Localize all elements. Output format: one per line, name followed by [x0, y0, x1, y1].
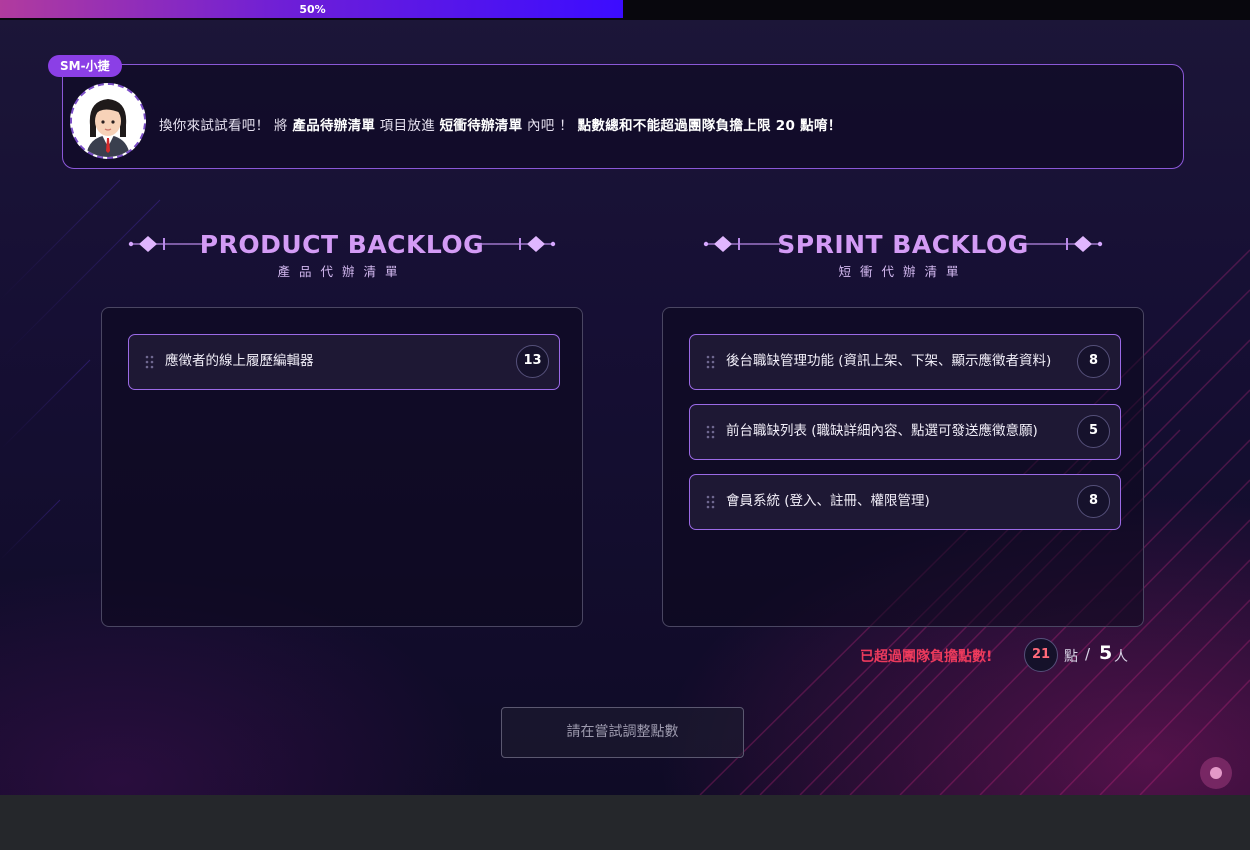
sprint-backlog-dropzone[interactable]: 後台職缺管理功能 (資訊上架、下架、顯示應徵者資料) 8 前台職缺列表 (職缺詳… — [662, 307, 1144, 627]
drag-handle-icon[interactable] — [706, 355, 716, 369]
avatar — [70, 83, 146, 159]
dialog-segment: 內吧 ！ — [522, 118, 578, 134]
total-points-badge: 21 — [1024, 638, 1058, 672]
dialog-highlight: 產品待辦清單 — [292, 118, 376, 134]
right-ornament-icon — [1026, 236, 1103, 252]
sprint-card[interactable]: 後台職缺管理功能 (資訊上架、下架、顯示應徵者資料) 8 — [689, 334, 1121, 390]
story-points-badge: 13 — [516, 345, 549, 378]
speaker-tag: SM-小捷 — [48, 55, 122, 77]
sprint-backlog-subtitle: 短衝代辦清單 — [838, 264, 968, 279]
product-backlog-dropzone[interactable]: 應徵者的線上履歷編輯器 13 — [101, 307, 583, 627]
card-label: 前台職缺列表 (職缺詳細內容、點選可發送應徵意願) — [726, 423, 1038, 439]
dialog-segment: 項目放進 — [375, 118, 440, 134]
right-ornament-icon — [479, 236, 556, 252]
card-label: 會員系統 (登入、註冊、權限管理) — [726, 493, 930, 509]
team-size: 5 — [1099, 642, 1113, 664]
story-points-badge: 5 — [1077, 415, 1110, 448]
drag-handle-icon[interactable] — [145, 355, 155, 369]
product-backlog-subtitle: 產品代辦清單 — [277, 264, 407, 279]
drag-handle-icon[interactable] — [706, 425, 716, 439]
points-unit: 點 — [1064, 649, 1078, 665]
dialog-segment: 換你來試試看吧！ 將 — [159, 118, 293, 134]
over-capacity-warning: 已超過團隊負擔點數! — [860, 649, 993, 665]
dialog-highlight: 點數總和不能超過團隊負擔上限 20 點唷！ — [577, 118, 842, 134]
drag-handle-icon[interactable] — [706, 495, 716, 509]
separator: / — [1085, 645, 1091, 663]
people-unit: 人 — [1114, 649, 1128, 665]
story-points-badge: 8 — [1077, 345, 1110, 378]
backlog-card[interactable]: 應徵者的線上履歷編輯器 13 — [128, 334, 560, 390]
dialog-message: 換你來試試看吧！ 將 產品待辦清單 項目放進 短衝待辦清單 內吧 ！ 點數總和不… — [159, 114, 842, 134]
progress-label: 50% — [299, 3, 326, 16]
progress-bar: 50% — [0, 0, 1250, 20]
submit-button[interactable]: 請在嘗試調整點數 — [501, 707, 744, 758]
sprint-card[interactable]: 前台職缺列表 (職缺詳細內容、點選可發送應徵意願) 5 — [689, 404, 1121, 460]
sprint-card[interactable]: 會員系統 (登入、註冊、權限管理) 8 — [689, 474, 1121, 530]
avatar-icon — [72, 85, 144, 157]
card-label: 應徵者的線上履歷編輯器 — [165, 353, 314, 369]
card-label: 後台職缺管理功能 (資訊上架、下架、顯示應徵者資料) — [726, 353, 1052, 369]
dialog-highlight: 短衝待辦清單 — [439, 118, 523, 134]
story-points-badge: 8 — [1077, 485, 1110, 518]
